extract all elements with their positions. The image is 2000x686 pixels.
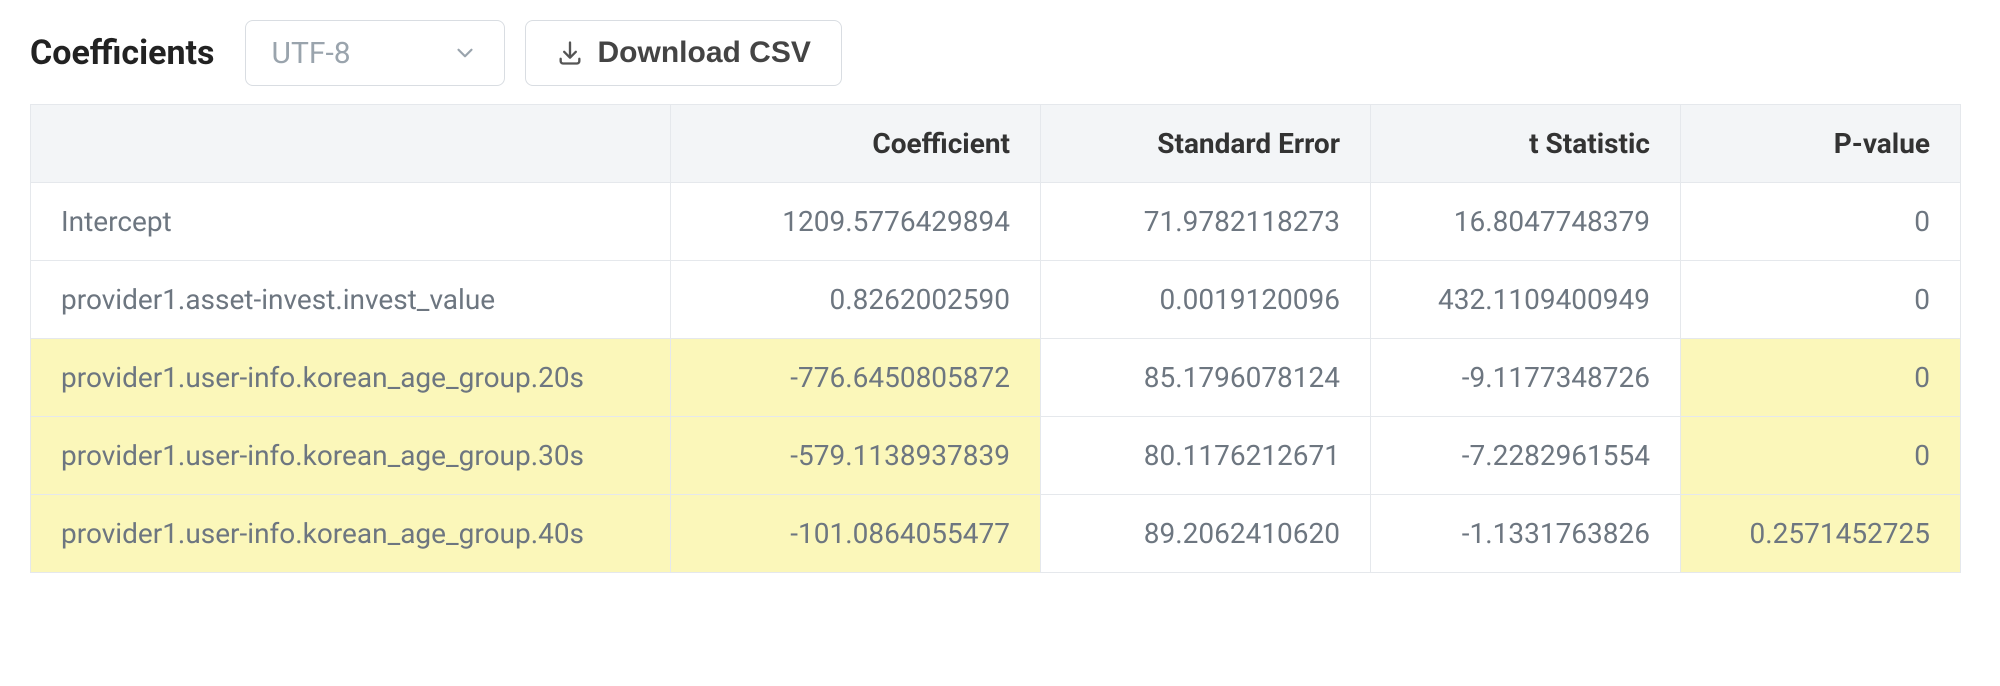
cell-std-error: 0.0019120096: [1041, 261, 1371, 339]
cell-coefficient: -776.6450805872: [671, 339, 1041, 417]
col-std-error: Standard Error: [1041, 105, 1371, 183]
cell-t-stat: 432.1109400949: [1371, 261, 1681, 339]
cell-std-error: 80.1176212671: [1041, 417, 1371, 495]
cell-std-error: 85.1796078124: [1041, 339, 1371, 417]
download-csv-label: Download CSV: [598, 36, 811, 70]
coefficients-table: Coefficient Standard Error t Statistic P…: [30, 104, 1961, 573]
download-icon: [556, 39, 584, 67]
cell-variable: Intercept: [31, 183, 671, 261]
section-title: Coefficients: [30, 33, 215, 73]
col-p-value: P-value: [1681, 105, 1961, 183]
col-coefficient: Coefficient: [671, 105, 1041, 183]
table-header-row: Coefficient Standard Error t Statistic P…: [31, 105, 1961, 183]
cell-variable: provider1.user-info.korean_age_group.30s: [31, 417, 671, 495]
cell-std-error: 89.2062410620: [1041, 495, 1371, 573]
cell-coefficient: 1209.5776429894: [671, 183, 1041, 261]
table-row: provider1.user-info.korean_age_group.30s…: [31, 417, 1961, 495]
cell-p-value: 0: [1681, 417, 1961, 495]
cell-variable: provider1.user-info.korean_age_group.20s: [31, 339, 671, 417]
cell-coefficient: -579.1138937839: [671, 417, 1041, 495]
cell-p-value: 0: [1681, 261, 1961, 339]
table-row: provider1.user-info.korean_age_group.20s…: [31, 339, 1961, 417]
cell-coefficient: 0.8262002590: [671, 261, 1041, 339]
download-csv-button[interactable]: Download CSV: [525, 20, 842, 86]
cell-variable: provider1.asset-invest.invest_value: [31, 261, 671, 339]
cell-p-value: 0.2571452725: [1681, 495, 1961, 573]
chevron-down-icon: [452, 40, 478, 66]
cell-t-stat: -7.2282961554: [1371, 417, 1681, 495]
cell-variable: provider1.user-info.korean_age_group.40s: [31, 495, 671, 573]
toolbar: Coefficients UTF-8 Download CSV: [30, 20, 1970, 86]
cell-t-stat: -1.1331763826: [1371, 495, 1681, 573]
encoding-select-value: UTF-8: [272, 36, 351, 71]
cell-coefficient: -101.0864055477: [671, 495, 1041, 573]
cell-std-error: 71.9782118273: [1041, 183, 1371, 261]
col-variable: [31, 105, 671, 183]
table-row: Intercept1209.577642989471.978211827316.…: [31, 183, 1961, 261]
encoding-select[interactable]: UTF-8: [245, 20, 505, 86]
cell-t-stat: -9.1177348726: [1371, 339, 1681, 417]
table-row: provider1.user-info.korean_age_group.40s…: [31, 495, 1961, 573]
cell-p-value: 0: [1681, 183, 1961, 261]
col-t-stat: t Statistic: [1371, 105, 1681, 183]
cell-t-stat: 16.8047748379: [1371, 183, 1681, 261]
table-row: provider1.asset-invest.invest_value0.826…: [31, 261, 1961, 339]
cell-p-value: 0: [1681, 339, 1961, 417]
